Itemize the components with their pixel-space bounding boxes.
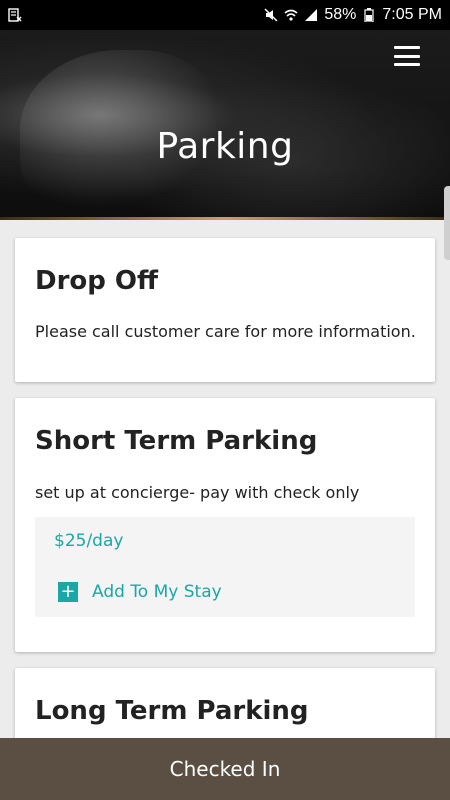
card-text: set up at concierge- pay with check only <box>35 483 360 502</box>
checked-in-label: Checked In <box>169 757 281 781</box>
menu-bar <box>394 63 420 66</box>
mute-icon <box>264 8 278 22</box>
price-label: $25/day <box>54 531 124 551</box>
hero-header: Parking <box>0 30 450 220</box>
card-title: Drop Off <box>35 266 159 296</box>
battery-percent: 58% <box>324 6 357 23</box>
menu-bar <box>394 54 420 58</box>
card-short-term-parking: Short Term Parking set up at concierge- … <box>15 398 435 652</box>
card-drop-off: Drop Off Please call customer care for m… <box>15 238 435 382</box>
add-to-my-stay-label: Add To My Stay <box>92 582 222 602</box>
card-title: Short Term Parking <box>35 426 318 456</box>
card-long-term-parking: Long Term Parking <box>15 668 435 738</box>
status-left <box>8 8 22 22</box>
notification-icon <box>8 8 22 22</box>
status-right: 58% 7:05 PM <box>264 6 442 24</box>
content-scroll-area[interactable]: Drop Off Please call customer care for m… <box>0 220 450 738</box>
signal-icon <box>305 9 318 21</box>
price-box: $25/day + Add To My Stay <box>35 517 415 617</box>
card-text: Please call customer care for more infor… <box>35 322 416 341</box>
page-title: Parking <box>156 126 294 167</box>
wifi-icon <box>284 9 298 21</box>
card-title: Long Term Parking <box>35 696 309 726</box>
menu-bar <box>394 46 420 49</box>
add-to-my-stay-button[interactable]: + Add To My Stay <box>58 582 222 602</box>
checked-in-button[interactable]: Checked In <box>0 738 450 800</box>
plus-icon: + <box>58 582 78 602</box>
status-bar: 58% 7:05 PM <box>0 0 450 30</box>
battery-icon <box>364 8 375 22</box>
hamburger-menu-icon[interactable] <box>394 46 420 66</box>
side-drawer-handle[interactable] <box>444 186 450 260</box>
clock: 7:05 PM <box>382 6 442 23</box>
